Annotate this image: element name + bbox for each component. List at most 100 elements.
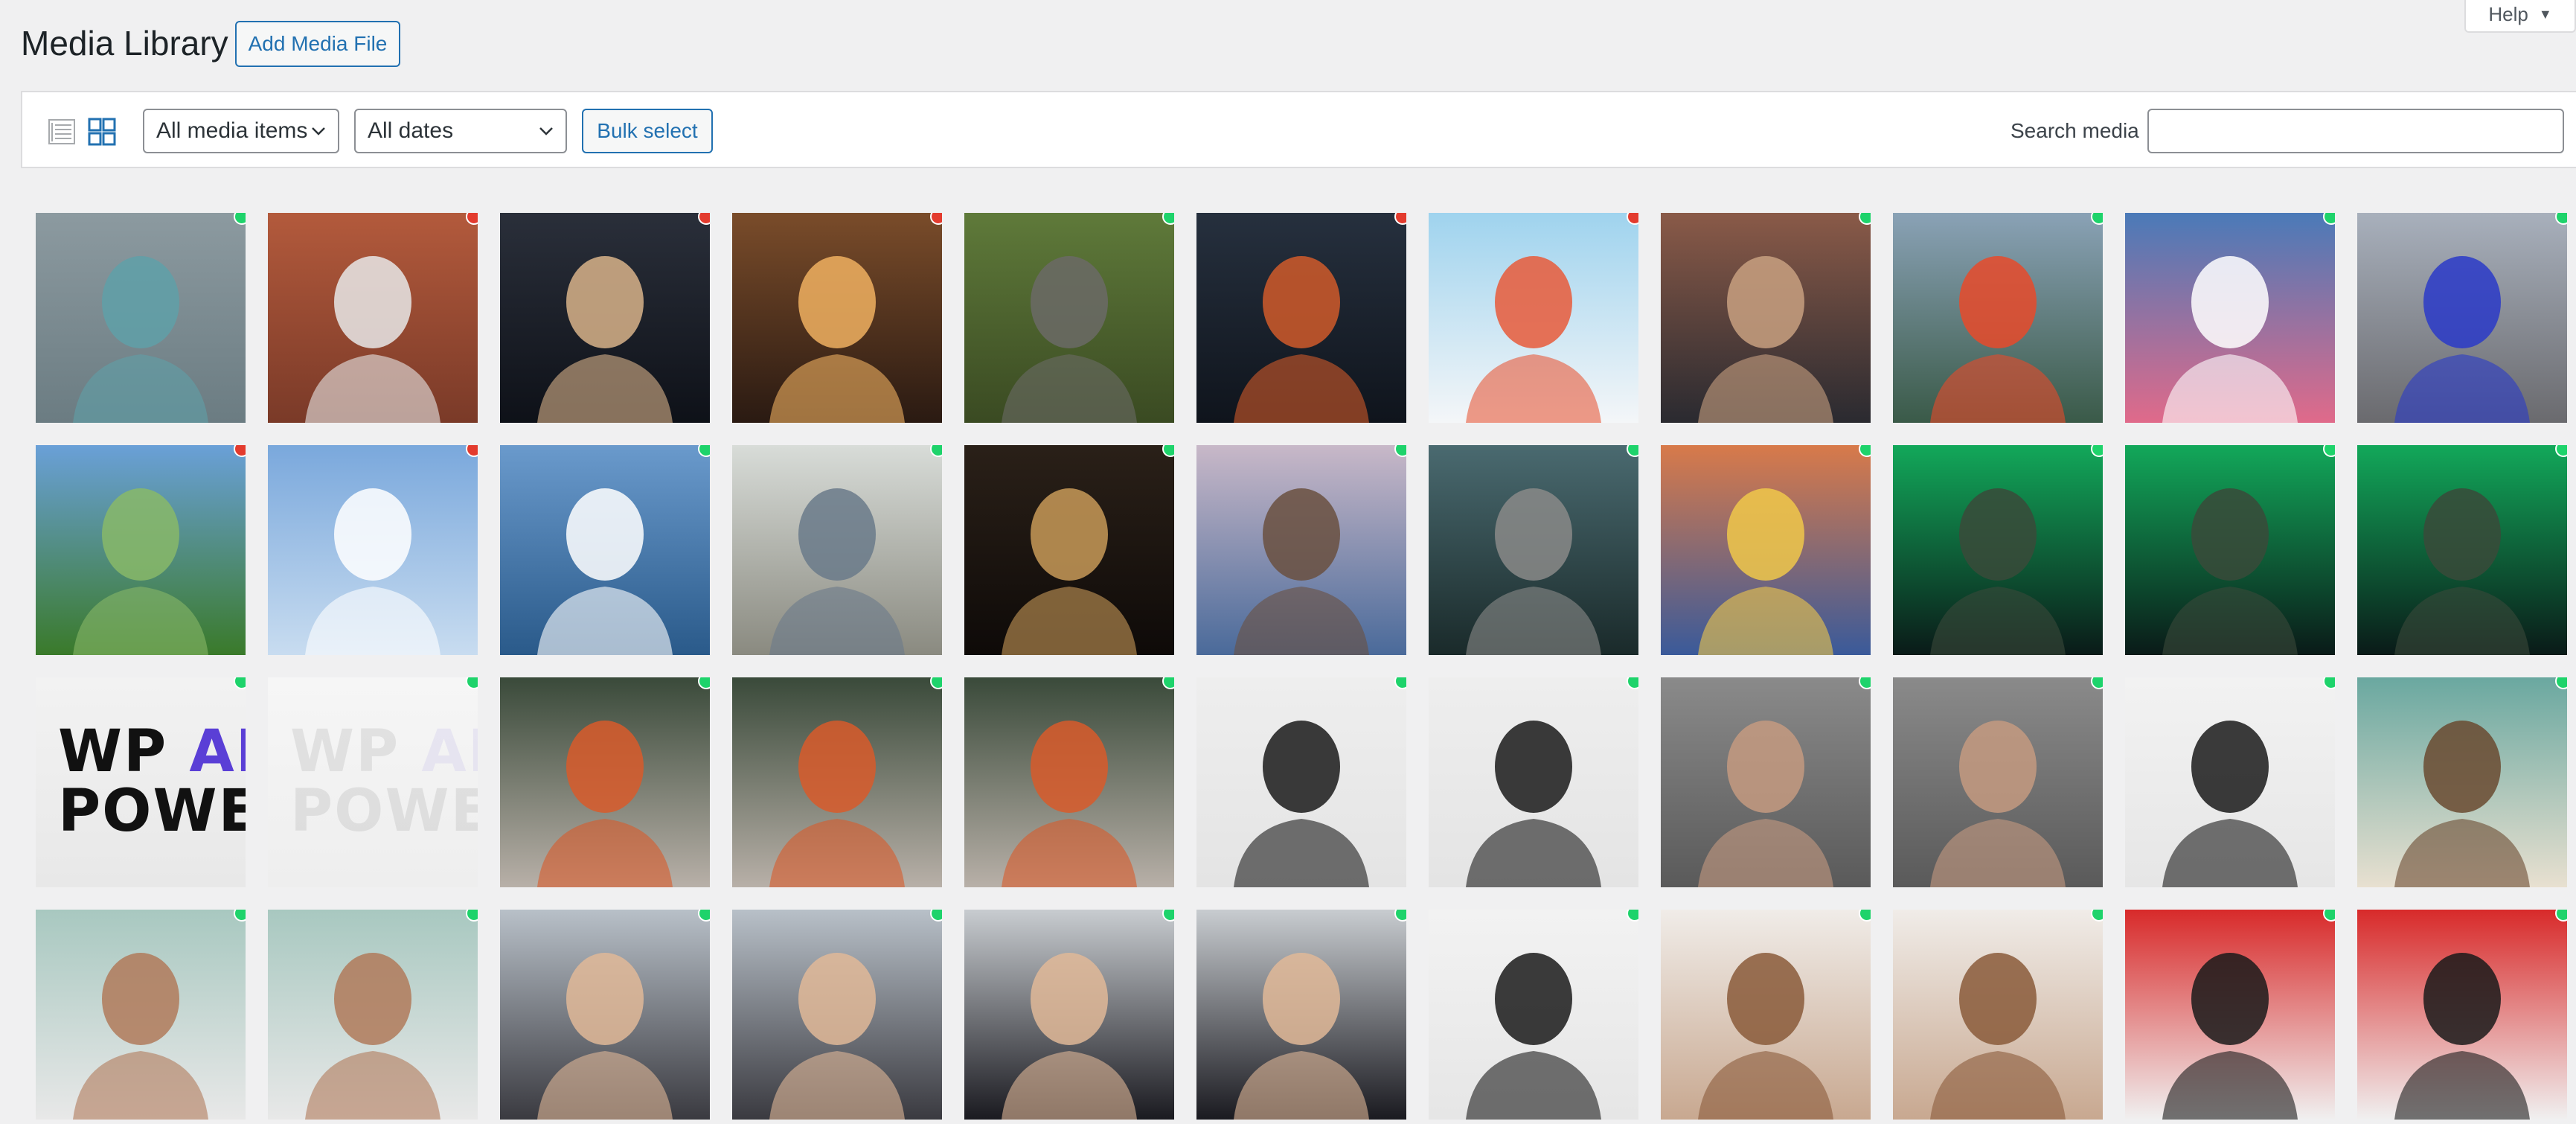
thumbnail-image bbox=[964, 910, 1174, 1120]
media-thumbnail[interactable] bbox=[732, 677, 942, 887]
media-thumbnail[interactable] bbox=[732, 910, 942, 1120]
thumbnail-image bbox=[964, 445, 1174, 655]
thumbnail-image bbox=[1429, 677, 1638, 887]
media-type-filter-value: All media items bbox=[156, 118, 308, 143]
thumbnail-image bbox=[1196, 213, 1406, 423]
media-thumbnail[interactable] bbox=[500, 677, 710, 887]
date-filter-select[interactable]: All dates bbox=[354, 109, 567, 153]
media-thumbnail[interactable] bbox=[964, 677, 1174, 887]
thumbnail-image bbox=[732, 910, 942, 1120]
thumbnail-image bbox=[2357, 677, 2567, 887]
thumbnail-image bbox=[1429, 445, 1638, 655]
thumbnail-image bbox=[1893, 910, 2103, 1120]
thumbnail-image bbox=[2357, 910, 2567, 1120]
media-thumbnail[interactable] bbox=[1196, 910, 1406, 1120]
media-thumbnail[interactable] bbox=[732, 445, 942, 655]
thumbnail-image bbox=[268, 213, 478, 423]
media-thumbnail[interactable] bbox=[1661, 445, 1871, 655]
thumbnail-image bbox=[500, 445, 710, 655]
media-thumbnail[interactable] bbox=[268, 213, 478, 423]
thumbnail-image bbox=[732, 445, 942, 655]
thumbnail-image bbox=[732, 213, 942, 423]
thumbnail-image bbox=[500, 677, 710, 887]
media-thumbnail[interactable] bbox=[1893, 213, 2103, 423]
media-thumbnail[interactable] bbox=[732, 213, 942, 423]
thumbnail-image bbox=[36, 213, 246, 423]
thumbnail-image bbox=[2125, 910, 2335, 1120]
thumbnail-image bbox=[1661, 445, 1871, 655]
media-thumbnail[interactable] bbox=[964, 445, 1174, 655]
media-thumbnail[interactable] bbox=[2357, 677, 2567, 887]
media-thumbnail[interactable] bbox=[1661, 910, 1871, 1120]
media-thumbnail[interactable] bbox=[1196, 445, 1406, 655]
media-thumbnail[interactable] bbox=[1196, 677, 1406, 887]
media-thumbnail[interactable] bbox=[1429, 213, 1638, 423]
thumbnail-image bbox=[1893, 445, 2103, 655]
date-filter-value: All dates bbox=[368, 118, 454, 143]
thumbnail-image bbox=[964, 213, 1174, 423]
media-thumbnail[interactable] bbox=[268, 910, 478, 1120]
help-tab-button[interactable]: Help ▼ bbox=[2464, 0, 2576, 33]
thumbnail-image bbox=[1893, 677, 2103, 887]
thumbnail-image bbox=[1196, 445, 1406, 655]
thumbnail-image bbox=[268, 910, 478, 1120]
media-type-filter-select[interactable]: All media items bbox=[143, 109, 339, 153]
thumbnail-image bbox=[2125, 677, 2335, 887]
media-thumbnail[interactable] bbox=[36, 445, 246, 655]
media-thumbnail[interactable] bbox=[1893, 677, 2103, 887]
media-thumbnail[interactable] bbox=[1429, 445, 1638, 655]
media-thumbnail[interactable] bbox=[2357, 213, 2567, 423]
thumbnail-text: WP AIPOWER T bbox=[58, 718, 246, 845]
thumbnail-image bbox=[500, 910, 710, 1120]
media-thumbnail[interactable] bbox=[268, 445, 478, 655]
thumbnail-image bbox=[500, 213, 710, 423]
thumbnail-image bbox=[36, 445, 246, 655]
thumbnail-image bbox=[2125, 213, 2335, 423]
media-thumbnail[interactable] bbox=[1429, 677, 1638, 887]
media-thumbnail[interactable] bbox=[2125, 213, 2335, 423]
list-view-icon[interactable] bbox=[48, 118, 76, 146]
thumbnail-image bbox=[1661, 677, 1871, 887]
search-label: Search media bbox=[2011, 119, 2139, 142]
media-thumbnail[interactable] bbox=[2357, 445, 2567, 655]
thumbnail-image bbox=[1196, 677, 1406, 887]
media-thumbnail[interactable] bbox=[964, 910, 1174, 1120]
media-thumbnail[interactable]: WP AIPOWER T bbox=[36, 677, 246, 887]
media-thumbnail[interactable] bbox=[964, 213, 1174, 423]
media-thumbnail[interactable] bbox=[1429, 910, 1638, 1120]
media-thumbnail[interactable] bbox=[36, 910, 246, 1120]
grid-view-icon[interactable] bbox=[88, 118, 116, 146]
media-thumbnail[interactable] bbox=[500, 445, 710, 655]
chevron-down-icon bbox=[312, 127, 325, 135]
media-thumbnail[interactable] bbox=[36, 213, 246, 423]
media-thumbnail[interactable] bbox=[1893, 445, 2103, 655]
thumbnail-image bbox=[1429, 910, 1638, 1120]
media-thumbnail[interactable] bbox=[2125, 910, 2335, 1120]
bulk-select-button[interactable]: Bulk select bbox=[582, 109, 713, 153]
media-thumbnail[interactable] bbox=[2357, 910, 2567, 1120]
caret-down-icon: ▼ bbox=[2538, 6, 2552, 22]
thumbnail-image bbox=[2357, 445, 2567, 655]
media-thumbnail[interactable] bbox=[1661, 213, 1871, 423]
media-thumbnail[interactable] bbox=[2125, 445, 2335, 655]
search-media-input[interactable] bbox=[2147, 109, 2564, 153]
media-thumbnail[interactable] bbox=[1661, 677, 1871, 887]
thumbnail-image bbox=[1196, 910, 1406, 1120]
thumbnail-image bbox=[732, 677, 942, 887]
thumbnail-image bbox=[1661, 213, 1871, 423]
thumbnail-image bbox=[1429, 213, 1638, 423]
thumbnail-image bbox=[964, 677, 1174, 887]
media-thumbnail[interactable]: WP AIPOWER T bbox=[268, 677, 478, 887]
thumbnail-text: WP AIPOWER T bbox=[290, 718, 478, 845]
thumbnail-image bbox=[2125, 445, 2335, 655]
thumbnail-image bbox=[268, 445, 478, 655]
media-thumbnail[interactable] bbox=[1196, 213, 1406, 423]
thumbnail-image bbox=[2357, 213, 2567, 423]
media-thumbnail[interactable] bbox=[1893, 910, 2103, 1120]
add-media-file-button[interactable]: Add Media File bbox=[235, 21, 400, 67]
media-thumbnail[interactable] bbox=[500, 910, 710, 1120]
thumbnail-image bbox=[36, 910, 246, 1120]
media-thumbnail[interactable] bbox=[500, 213, 710, 423]
thumbnail-image bbox=[1661, 910, 1871, 1120]
media-thumbnail[interactable] bbox=[2125, 677, 2335, 887]
